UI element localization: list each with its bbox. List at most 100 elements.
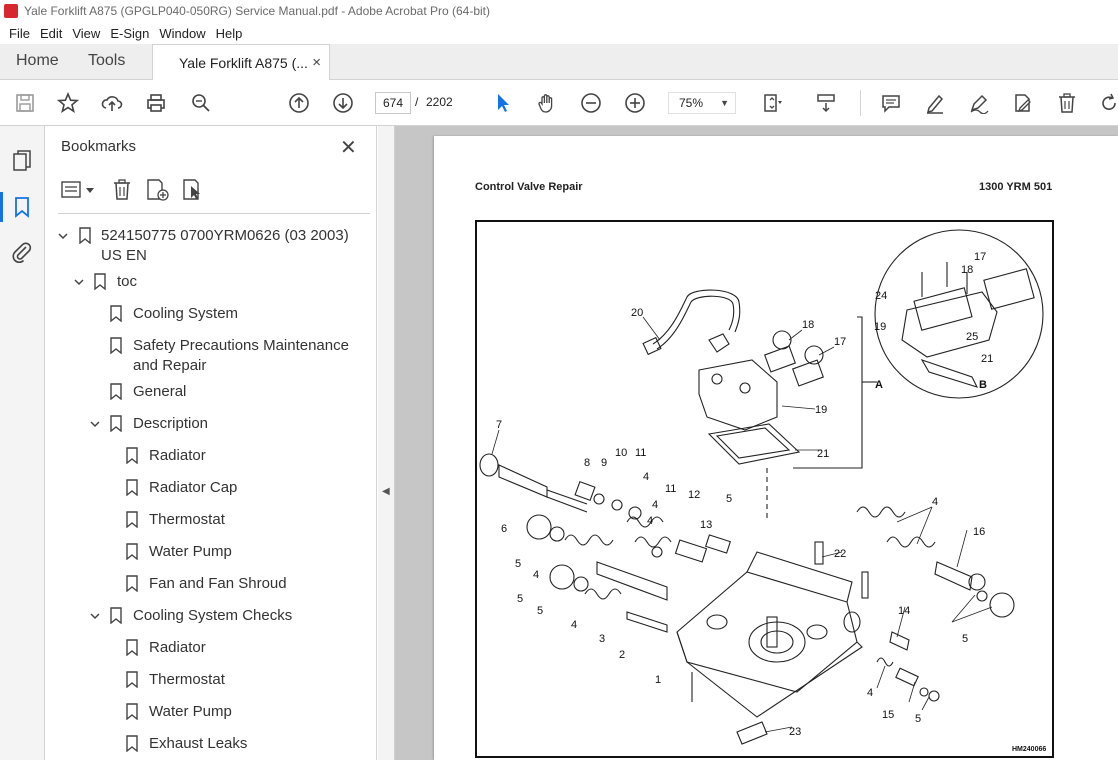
tab-bar: Home Tools Yale Forklift A875 (... × [0,44,1118,81]
panel-collapse-handle[interactable]: ◀ [378,126,395,760]
delete-icon[interactable] [1055,91,1079,115]
bookmark-item[interactable]: General [46,382,356,402]
chevron-down-icon[interactable] [73,276,85,288]
bookmark-item[interactable]: Description [46,414,356,434]
callout-4e: 4 [867,687,873,699]
callout-5c: 5 [962,633,968,645]
tab-close-button[interactable]: × [312,54,321,71]
bookmark-item[interactable]: Radiator [46,446,356,466]
bookmark-item[interactable]: Exhaust Leaks [46,734,356,754]
bookmark-item[interactable]: Thermostat [46,670,356,690]
active-panel-indicator [0,192,3,222]
page-thumbnails-icon[interactable] [10,148,34,172]
callout-14: 14 [898,605,910,617]
callout-5f: 5 [517,593,523,605]
comment-icon[interactable] [879,91,903,115]
bookmark-label: toc [117,273,138,290]
acrobat-icon [4,4,18,18]
bookmark-label: Thermostat [149,671,225,688]
zoom-search-icon[interactable] [189,91,213,115]
previous-page-icon[interactable] [287,91,311,115]
bookmark-options-icon[interactable] [61,179,97,201]
callout-19: 19 [815,404,827,416]
callout-4: 4 [643,471,649,483]
zoom-level-select[interactable]: 75% ▼ [668,92,736,114]
bookmark-icon [126,511,138,528]
inset-callout-17: 17 [974,251,986,263]
inset-callout-25: 25 [966,331,978,343]
hand-tool-icon[interactable] [535,91,559,115]
bookmark-label: Thermostat [149,511,225,528]
scroll-mode-icon[interactable] [814,91,838,115]
bookmark-item[interactable]: Radiator Cap [46,478,356,498]
highlight-pen-icon[interactable] [923,91,947,115]
menu-file[interactable]: File [4,26,35,41]
find-bookmark-icon[interactable] [181,178,207,202]
bookmark-panel-icon[interactable] [10,195,34,219]
bookmark-item-toc[interactable]: toc [46,272,356,292]
callout-5d: 5 [915,713,921,725]
tab-tools[interactable]: Tools [88,52,125,70]
bookmark-icon [94,273,106,290]
inset-callout-B: B [979,379,987,391]
page-total: 2202 [426,95,453,109]
bookmark-label: Radiator [149,447,206,464]
bookmark-icon [110,337,122,354]
page-fit-icon[interactable] [760,91,784,115]
chevron-down-icon[interactable] [89,610,101,622]
menu-esign[interactable]: E-Sign [105,26,154,41]
collapse-arrow-icon[interactable]: ◀ [382,486,390,497]
bookmark-label: Radiator [149,639,206,656]
bookmark-item-root[interactable]: 524150775 0700YRM0626 (03 2003) US EN [46,226,356,266]
bookmark-icon [110,305,122,322]
callout-23: 23 [789,726,801,738]
callout-1: 1 [655,674,661,686]
callout-5: 5 [515,558,521,570]
bookmarks-panel: Bookmarks ✕ 524150775 0700YRM0626 (03 20… [46,126,416,760]
bookmark-item[interactable]: Thermostat [46,510,356,530]
callout-16: 16 [973,526,985,538]
bookmark-label: Radiator Cap [149,479,238,496]
inset-callout-19: 19 [874,321,886,333]
print-icon[interactable] [144,91,168,115]
callout-9: 9 [601,457,607,469]
close-icon[interactable]: ✕ [340,135,357,160]
save-icon[interactable] [13,91,37,115]
bookmark-icon [126,639,138,656]
zoom-out-icon[interactable] [579,91,603,115]
bookmark-item[interactable]: Water Pump [46,702,356,722]
next-page-icon[interactable] [331,91,355,115]
star-icon[interactable] [56,91,80,115]
menu-edit[interactable]: Edit [35,26,67,41]
tab-document[interactable]: Yale Forklift A875 (... × [152,44,330,81]
bookmark-item[interactable]: Water Pump [46,542,356,562]
new-bookmark-icon[interactable] [145,178,171,202]
chevron-down-icon[interactable] [57,230,69,242]
bookmark-item[interactable]: Radiator [46,638,356,658]
bookmark-icon [126,543,138,560]
tab-home[interactable]: Home [16,52,59,70]
select-cursor-icon[interactable] [491,91,515,115]
menu-view[interactable]: View [67,26,105,41]
page-separator: / [415,95,419,109]
bookmark-item[interactable]: Cooling System Checks [46,606,356,626]
callout-5e: 5 [537,605,543,617]
upload-cloud-icon[interactable] [100,91,124,115]
bookmark-item[interactable]: Safety Precautions Maintenance and Repai… [46,336,356,376]
page-number-input[interactable]: 674 [375,92,411,114]
callout-11b: 11 [665,483,676,495]
edit-pdf-icon[interactable] [1011,91,1035,115]
bookmark-item[interactable]: Cooling System [46,304,356,324]
delete-bookmark-icon[interactable] [111,178,133,202]
menu-window[interactable]: Window [154,26,210,41]
inset-callout-18: 18 [961,264,973,276]
attachment-icon[interactable] [10,240,34,264]
bookmark-item[interactable]: Fan and Fan Shroud [46,574,356,594]
callout-4b: 4 [533,569,539,581]
rotate-icon[interactable] [1097,91,1118,115]
bookmark-icon [126,447,138,464]
zoom-in-icon[interactable] [623,91,647,115]
sign-pen-icon[interactable] [967,91,991,115]
menu-help[interactable]: Help [211,26,248,41]
chevron-down-icon[interactable] [89,418,101,430]
